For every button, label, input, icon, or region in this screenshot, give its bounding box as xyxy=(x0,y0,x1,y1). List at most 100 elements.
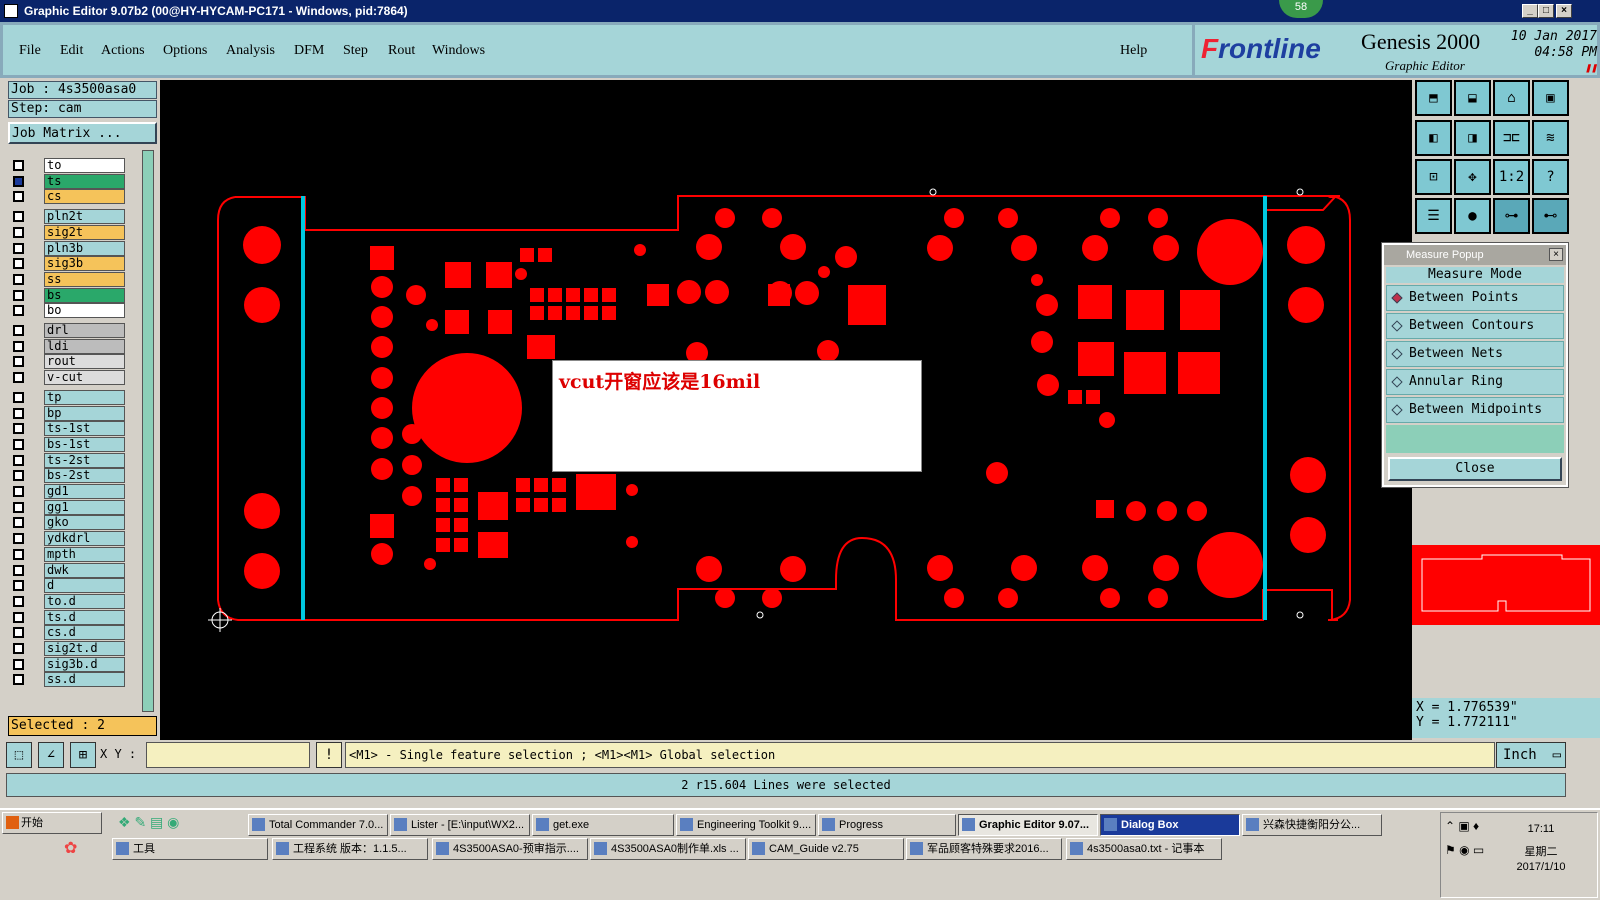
layer-checkbox[interactable] xyxy=(13,356,24,368)
layer-row[interactable]: bs xyxy=(10,287,126,303)
xy-input[interactable] xyxy=(146,742,310,768)
layer-checkbox[interactable] xyxy=(13,564,24,576)
start-button[interactable]: 开始 xyxy=(2,812,102,834)
layer-row[interactable]: ydkdrl xyxy=(10,531,126,547)
close-button[interactable]: × xyxy=(1556,4,1572,18)
measure-option-between-nets[interactable]: Between Nets xyxy=(1386,341,1564,367)
layer-row[interactable]: bp xyxy=(10,405,126,421)
layer-checkbox[interactable] xyxy=(13,627,24,639)
layer-row[interactable]: cs.d xyxy=(10,625,126,641)
layer-checkbox[interactable] xyxy=(13,501,24,513)
split-view-icon[interactable]: ⊐⊏ xyxy=(1493,120,1530,156)
layer-row[interactable]: to.d xyxy=(10,593,126,609)
layer-row[interactable]: rout xyxy=(10,354,126,370)
layer-row[interactable]: pln3b xyxy=(10,240,126,256)
measure-close-icon[interactable]: × xyxy=(1549,248,1563,261)
layer-checkbox[interactable] xyxy=(13,486,24,497)
layer-checkbox[interactable] xyxy=(13,407,24,419)
layer-row[interactable]: bs-2st xyxy=(10,468,126,484)
layer-row[interactable]: ts.d xyxy=(10,609,126,625)
fit-icon[interactable]: ⊡ xyxy=(1415,159,1452,195)
taskbar-button[interactable]: 4s3500asa0.txt - 记事本 xyxy=(1066,838,1222,860)
grid-icon[interactable]: ⊞ xyxy=(70,742,96,768)
menu-dfm[interactable]: DFM xyxy=(294,43,324,59)
layer-checkbox[interactable] xyxy=(13,191,24,203)
layer-checkbox[interactable] xyxy=(13,470,24,482)
menu-rout[interactable]: Rout xyxy=(388,43,415,59)
taskbar-button[interactable]: get.exe xyxy=(532,814,674,836)
quicklaunch-extra-icon[interactable]: ✿ xyxy=(64,838,77,858)
net-icon[interactable]: ⊶ xyxy=(1493,198,1530,234)
taskbar-button[interactable]: Engineering Toolkit 9.... xyxy=(676,814,816,836)
quicklaunch-icons[interactable]: ❖ ✎ ▤ ◉ xyxy=(118,814,179,831)
tray-icons[interactable]: ⌃ ▣ ♦ xyxy=(1445,819,1479,833)
layer-checkbox[interactable] xyxy=(13,517,24,529)
layer-checkbox[interactable] xyxy=(13,340,24,352)
layer-checkbox[interactable] xyxy=(13,160,24,171)
layer-checkbox[interactable] xyxy=(13,175,24,187)
taskbar-button[interactable]: Lister - [E:\input\WX2... xyxy=(390,814,530,836)
layer-checkbox[interactable] xyxy=(13,658,24,670)
layer-checkbox[interactable] xyxy=(13,548,24,560)
layer-checkbox[interactable] xyxy=(13,273,24,285)
layer-row[interactable]: gko xyxy=(10,515,126,531)
measure-option-between-contours[interactable]: Between Contours xyxy=(1386,313,1564,339)
taskbar-button[interactable]: Graphic Editor 9.07... xyxy=(958,814,1098,836)
layer-checkbox[interactable] xyxy=(13,289,24,301)
layer-row[interactable]: sig2t xyxy=(10,224,126,240)
unit-selector[interactable]: Inch ▭ xyxy=(1496,742,1566,768)
menu-actions[interactable]: Actions xyxy=(101,43,145,59)
taskbar-button[interactable]: Dialog Box xyxy=(1100,814,1240,836)
layer-checkbox[interactable] xyxy=(13,580,24,592)
layer-checkbox[interactable] xyxy=(13,258,24,270)
taskbar-button[interactable]: CAM_Guide v2.75 xyxy=(748,838,904,860)
palette-icon[interactable]: ☰ xyxy=(1415,198,1452,234)
layer-row[interactable]: sig3b xyxy=(10,256,126,272)
layer-row[interactable]: tp xyxy=(10,389,126,405)
layer-checkbox[interactable] xyxy=(13,372,24,384)
layer-checkbox[interactable] xyxy=(13,438,24,450)
layer-checkbox[interactable] xyxy=(13,611,24,623)
job-matrix-button[interactable]: Job Matrix ... xyxy=(8,122,157,144)
layer-row[interactable]: ss.d xyxy=(10,672,126,688)
layer-checkbox[interactable] xyxy=(13,533,24,545)
layer-checkbox[interactable] xyxy=(13,242,24,254)
menu-step[interactable]: Step xyxy=(343,43,368,59)
layer-scrollbar[interactable] xyxy=(142,150,154,712)
redraw-icon[interactable]: ≋ xyxy=(1532,120,1569,156)
layer-row[interactable]: bo xyxy=(10,303,126,319)
layer-row[interactable]: ldi xyxy=(10,338,126,354)
layer-checkbox[interactable] xyxy=(13,674,24,686)
menu-help[interactable]: Help xyxy=(1120,43,1147,59)
maximize-button[interactable]: □ xyxy=(1538,4,1554,18)
mini-map[interactable] xyxy=(1412,545,1600,625)
menu-options[interactable]: Options xyxy=(163,43,207,59)
layer-checkbox[interactable] xyxy=(13,325,24,336)
scale-button[interactable]: 1:2 xyxy=(1493,159,1530,195)
zoom-in-icon[interactable]: ⬓ xyxy=(1454,80,1491,116)
layer-checkbox[interactable] xyxy=(13,226,24,238)
center-icon[interactable]: ✥ xyxy=(1454,159,1491,195)
taskbar-button[interactable]: 工具 xyxy=(112,838,268,860)
taskbar-button[interactable]: Progress xyxy=(818,814,956,836)
layer-row[interactable]: pln2t xyxy=(10,209,126,225)
menu-analysis[interactable]: Analysis xyxy=(226,43,275,59)
layer-checkbox[interactable] xyxy=(13,211,24,223)
layer-row[interactable]: dwk xyxy=(10,562,126,578)
minimize-button[interactable]: _ xyxy=(1522,4,1538,18)
layer-row[interactable]: v-cut xyxy=(10,370,126,386)
menu-windows[interactable]: Windows xyxy=(432,43,485,59)
home-icon[interactable]: ⌂ xyxy=(1493,80,1530,116)
layer-row[interactable]: gd1 xyxy=(10,484,126,499)
taskbar-button[interactable]: Total Commander 7.0... xyxy=(248,814,388,836)
snap-icon[interactable]: ● xyxy=(1454,198,1491,234)
taskbar-button[interactable]: 兴森快捷衡阳分公... xyxy=(1242,814,1382,836)
layer-row[interactable]: sig2t.d xyxy=(10,641,126,656)
taskbar-button[interactable]: 4S3500ASA0制作单.xls ... xyxy=(590,838,746,860)
layer-row[interactable]: drl xyxy=(10,323,126,338)
layer-row[interactable]: to xyxy=(10,158,126,173)
window-zoom-icon[interactable]: ▣ xyxy=(1532,80,1569,116)
layer-row[interactable]: ts-1st xyxy=(10,421,126,437)
measure-option-annular-ring[interactable]: Annular Ring xyxy=(1386,369,1564,395)
layer-checkbox[interactable] xyxy=(13,391,24,403)
